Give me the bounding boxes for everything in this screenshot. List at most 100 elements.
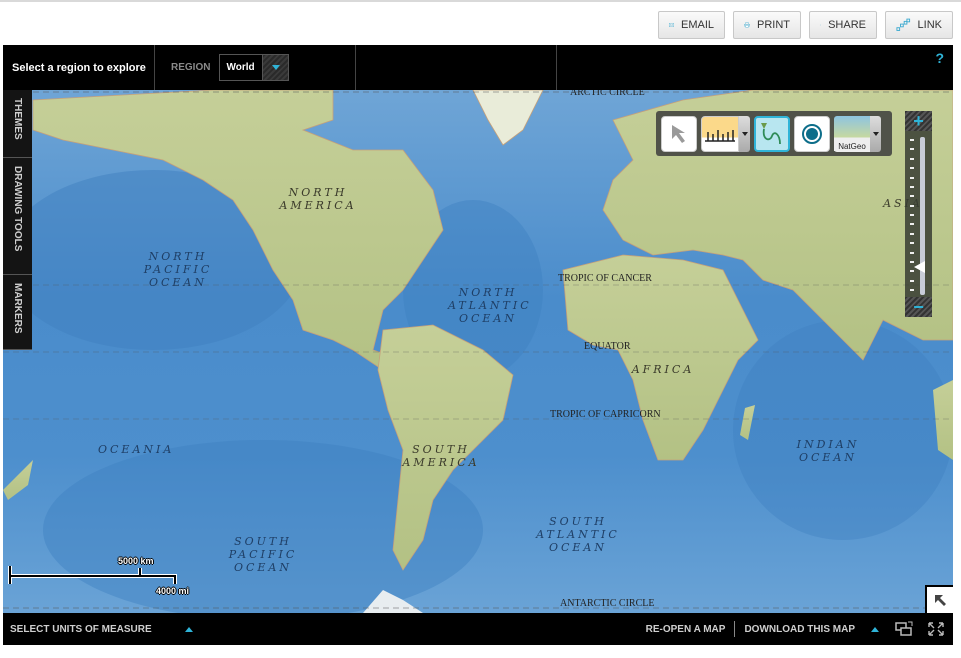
draw-line-icon (761, 122, 781, 144)
zoom-tick (910, 176, 914, 179)
measure-tool-button[interactable] (701, 115, 739, 152)
header-title: Select a region to explore (3, 45, 155, 90)
landmass-greenland (472, 90, 544, 146)
zoom-slider-handle[interactable] (914, 260, 925, 273)
zoom-tick (910, 251, 914, 254)
tab-themes[interactable]: THEMES (3, 90, 32, 158)
measure-tool-group (701, 115, 750, 152)
zoom-tick (910, 223, 914, 226)
zoom-tick (910, 232, 914, 235)
link-button[interactable]: LINK (885, 11, 953, 39)
label-south-atlantic: SOUTH ATLANTIC OCEAN (536, 515, 620, 554)
zoom-tick (910, 157, 914, 160)
label-north-atlantic: NORTH ATLANTIC OCEAN (448, 286, 532, 325)
region-selector-group: REGION World (155, 45, 356, 90)
draw-line-tool-button[interactable] (754, 115, 790, 152)
label-tropic-of-capricorn: TROPIC OF CAPRICORN (550, 409, 661, 420)
overview-map-toggle[interactable] (925, 585, 953, 613)
label-tropic-of-cancer: TROPIC OF CANCER (558, 273, 652, 284)
zoom-in-button[interactable]: + (905, 111, 932, 131)
label-arctic-circle: ARCTIC CIRCLE (570, 90, 645, 98)
zoom-tick (910, 204, 914, 207)
zoom-tick (910, 167, 914, 170)
deep-water-indian (733, 320, 953, 540)
email-label: EMAIL (680, 19, 714, 31)
reopen-map-link[interactable]: RE-OPEN A MAP (646, 624, 726, 635)
region-value: World (226, 62, 255, 73)
zoom-tick (910, 148, 914, 151)
zoom-tick (910, 195, 914, 198)
units-of-measure-button[interactable]: SELECT UNITS OF MEASURE (3, 624, 152, 635)
arrow-up-left-icon (935, 595, 946, 606)
share-label: SHARE (828, 19, 866, 31)
label-africa: AFRICA (631, 363, 695, 376)
side-panel-tabs: THEMES DRAWING TOOLS MARKERS (3, 90, 32, 350)
region-label: REGION (171, 62, 211, 73)
zoom-tick (910, 279, 914, 282)
header-spacer (356, 45, 557, 90)
download-expand-icon[interactable] (871, 626, 879, 632)
label-north-america: NORTH AMERICA (279, 186, 357, 212)
help-button[interactable]: ? (935, 50, 944, 66)
zoom-tick (910, 242, 914, 245)
link-label: LINK (917, 19, 942, 31)
landmass-africa (562, 254, 759, 461)
landmass-new-zealand (3, 460, 33, 500)
target-marker-icon (802, 123, 822, 144)
printer-icon (744, 22, 750, 28)
zoom-tick (910, 139, 914, 141)
arrow-pointer-icon (672, 124, 685, 143)
dropdown-arrow[interactable] (262, 55, 289, 80)
scale-bar-lines (8, 566, 177, 584)
scale-km-label: 5000 km (118, 556, 154, 566)
units-expand-icon[interactable] (184, 626, 193, 632)
chevron-down-icon (872, 131, 879, 136)
zoom-out-button[interactable]: − (905, 297, 932, 317)
basemap-button[interactable]: NatGeo (834, 115, 870, 152)
select-tool-button[interactable] (661, 115, 697, 152)
download-map-link[interactable]: DOWNLOAD THIS MAP (744, 624, 855, 635)
measure-dropdown[interactable] (739, 115, 750, 152)
world-basemap (3, 90, 953, 613)
share-toolbar: EMAIL PRINT SHARE LINK (658, 11, 953, 39)
share-icon (820, 24, 821, 26)
print-button[interactable]: PRINT (733, 11, 801, 39)
chevron-down-icon (271, 65, 280, 70)
envelope-icon (669, 23, 674, 27)
label-indian-ocean: INDIAN OCEAN (796, 438, 860, 464)
marker-tool-button[interactable] (794, 115, 830, 152)
label-equator: EQUATOR (584, 341, 631, 352)
zoom-tick (910, 214, 914, 216)
region-dropdown[interactable]: World (219, 54, 290, 81)
print-label: PRINT (757, 19, 790, 31)
tab-markers[interactable]: MARKERS (3, 275, 32, 350)
map-toolbox: NatGeo (656, 111, 892, 156)
basemap-label: NatGeo (834, 141, 870, 151)
map-canvas[interactable]: NORTH AMERICA NORTH PACIFIC OCEAN NORTH … (3, 90, 953, 613)
scale-bar: 5000 km 4000 mi (8, 556, 208, 606)
basemap-group: NatGeo (834, 115, 881, 152)
footer-divider (734, 621, 736, 637)
link-icon (896, 18, 911, 31)
tab-drawing-tools[interactable]: DRAWING TOOLS (3, 158, 32, 275)
region-header: Select a region to explore REGION World … (3, 45, 953, 90)
chevron-down-icon (741, 131, 748, 136)
zoom-tick (910, 185, 914, 188)
footer-actions: RE-OPEN A MAP DOWNLOAD THIS MAP (646, 613, 953, 645)
email-button[interactable]: EMAIL (658, 11, 725, 39)
fullscreen-icon[interactable] (927, 621, 945, 637)
zoom-control: + − (905, 111, 932, 317)
label-south-america: SOUTH AMERICA (402, 443, 480, 469)
share-button[interactable]: SHARE (809, 11, 877, 39)
map-viewer: Select a region to explore REGION World … (3, 45, 953, 645)
map-footer: SELECT UNITS OF MEASURE RE-OPEN A MAP DO… (3, 613, 953, 645)
label-oceania: OCEANIA (98, 443, 175, 456)
ruler-icon (705, 129, 735, 142)
label-south-pacific: SOUTH PACIFIC OCEAN (228, 535, 298, 574)
embed-window-icon[interactable] (895, 621, 913, 637)
basemap-dropdown[interactable] (870, 115, 881, 152)
plus-icon: + (913, 110, 924, 131)
zoom-tick (910, 289, 914, 291)
top-divider (0, 0, 961, 2)
minus-icon: − (913, 296, 924, 317)
